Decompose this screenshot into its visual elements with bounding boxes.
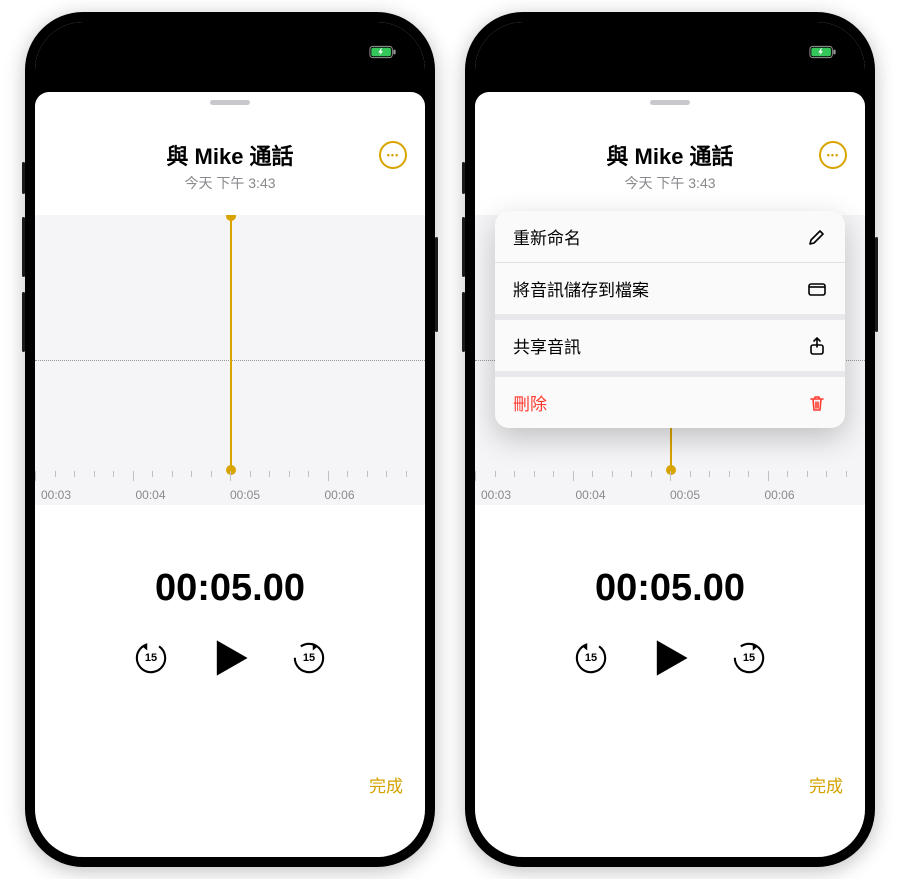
- recording-title: 與 Mike 通話: [475, 139, 865, 171]
- battery-icon: [809, 45, 837, 59]
- menu-save-label: 將音訊儲存到檔案: [513, 276, 649, 301]
- timeline-labels: 00:03 00:04 00:05 00:06: [35, 488, 425, 502]
- waveform-area[interactable]: 00:03 00:04 00:05 00:06: [35, 215, 425, 505]
- wifi-icon: [787, 45, 805, 59]
- dynamic-island: [610, 36, 730, 70]
- menu-item-share[interactable]: 共享音訊: [495, 320, 845, 377]
- skip-forward-button[interactable]: 15: [292, 641, 326, 675]
- play-button[interactable]: [208, 636, 252, 680]
- menu-item-delete[interactable]: 刪除: [495, 377, 845, 428]
- dynamic-island: [170, 36, 290, 70]
- time-display: 00:05.00: [475, 567, 865, 610]
- recording-subtitle: 今天 下午 3:43: [475, 173, 865, 193]
- wifi-icon: [347, 45, 365, 59]
- more-button[interactable]: •••: [379, 141, 407, 169]
- menu-item-rename[interactable]: 重新命名: [495, 211, 845, 263]
- cellular-dots: ....: [325, 45, 343, 60]
- skip-back-label: 15: [134, 641, 168, 675]
- play-button[interactable]: [648, 636, 692, 680]
- playhead[interactable]: [230, 215, 232, 471]
- skip-forward-label: 15: [292, 641, 326, 675]
- options-menu: 重新命名 將音訊儲存到檔案 共享音訊: [495, 211, 845, 428]
- menu-delete-label: 刪除: [513, 390, 547, 415]
- sheet-grabber[interactable]: [650, 100, 690, 105]
- done-button[interactable]: 完成: [809, 777, 843, 796]
- trash-icon: [807, 393, 827, 413]
- menu-rename-label: 重新命名: [513, 224, 581, 249]
- phone-right: 4:14 .... 與 Mike 通話 今天 下午 3:43 •••: [465, 12, 875, 867]
- skip-back-button[interactable]: 15: [134, 641, 168, 675]
- battery-icon: [369, 45, 397, 59]
- folder-icon: [807, 279, 827, 299]
- skip-forward-label: 15: [732, 641, 766, 675]
- recording-sheet: 與 Mike 通話 今天 下午 3:43 ••• 重新命名 將音訊儲存到檔案: [475, 92, 865, 857]
- more-button[interactable]: •••: [819, 141, 847, 169]
- ellipsis-icon: •••: [387, 150, 399, 160]
- timeline-labels: 00:03 00:04 00:05 00:06: [475, 488, 865, 502]
- skip-forward-button[interactable]: 15: [732, 641, 766, 675]
- skip-back-button[interactable]: 15: [574, 641, 608, 675]
- phone-left: 4:14 .... 與 Mike 通話 今天 下午 3:43 •••: [25, 12, 435, 867]
- recording-title: 與 Mike 通話: [35, 139, 425, 171]
- share-icon: [807, 336, 827, 356]
- sheet-grabber[interactable]: [210, 100, 250, 105]
- done-button[interactable]: 完成: [369, 777, 403, 796]
- time-display: 00:05.00: [35, 567, 425, 610]
- menu-item-save[interactable]: 將音訊儲存到檔案: [495, 263, 845, 320]
- ellipsis-icon: •••: [827, 150, 839, 160]
- clock: 4:14: [509, 42, 543, 62]
- clock: 4:14: [69, 42, 103, 62]
- recording-sheet: 與 Mike 通話 今天 下午 3:43 ••• 00:03 00:04: [35, 92, 425, 857]
- cellular-dots: ....: [765, 45, 783, 60]
- pencil-icon: [807, 227, 827, 247]
- menu-share-label: 共享音訊: [513, 333, 581, 358]
- recording-subtitle: 今天 下午 3:43: [35, 173, 425, 193]
- skip-back-label: 15: [574, 641, 608, 675]
